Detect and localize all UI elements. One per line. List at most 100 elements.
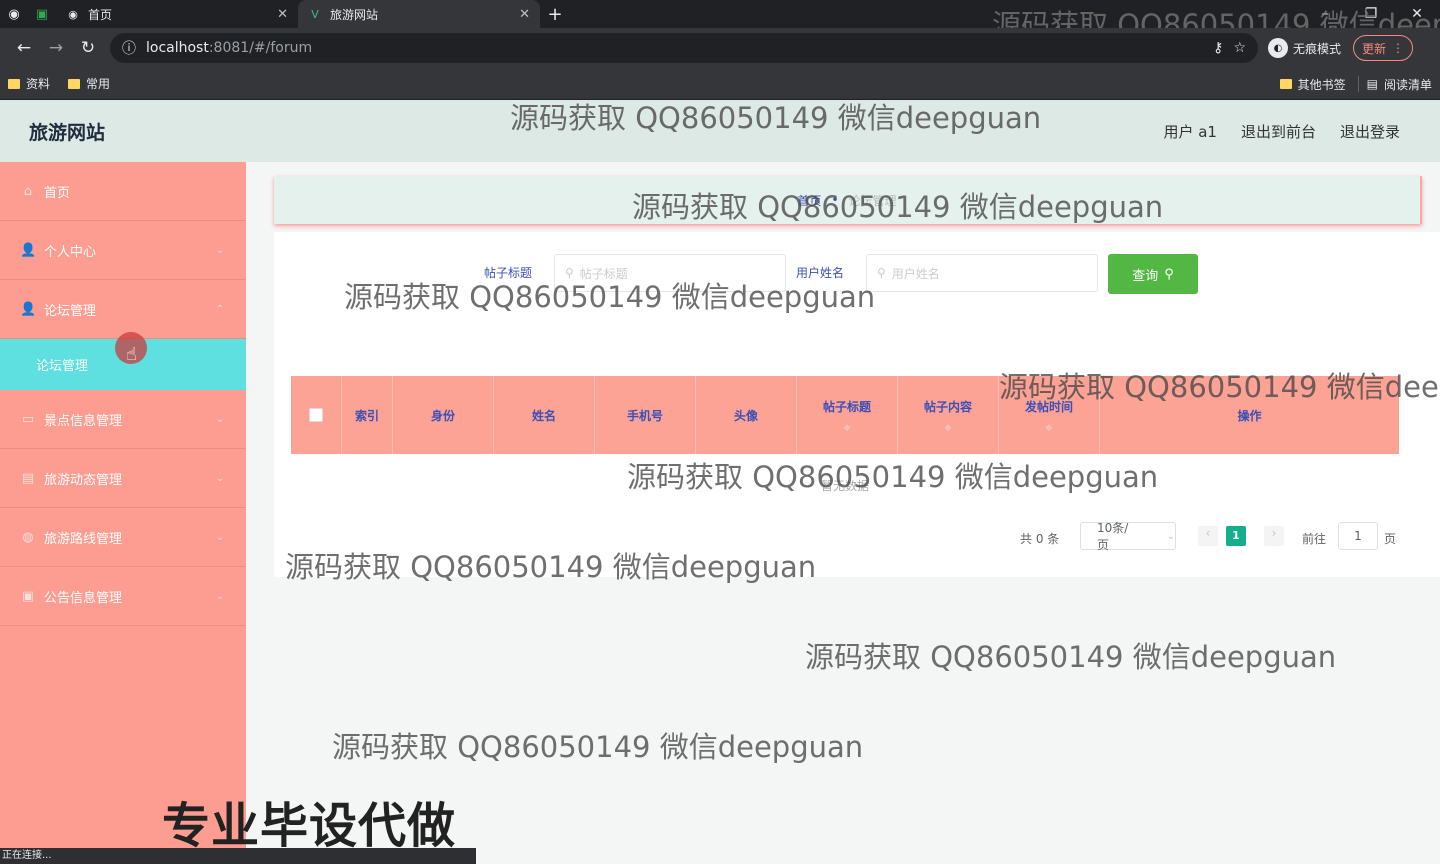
breadcrumb-separator-icon: • [831, 193, 839, 207]
column-header-avatar[interactable]: 头像 [696, 376, 797, 454]
status-bar: 正在连接... [0, 848, 476, 864]
sidebar-item-announcements[interactable]: ▣ 公告信息管理 ⌄ [0, 567, 246, 626]
tab-home[interactable]: ◉ 首页 ✕ [56, 0, 298, 28]
divider [1357, 76, 1359, 92]
update-button[interactable]: 更新 ⋮ [1353, 35, 1414, 61]
tab-travel-site[interactable]: V 旅游网站 ✕ [298, 0, 540, 28]
goto-page-input[interactable]: 1 [1338, 522, 1378, 550]
search-form: 帖子标题 ⚲ 帖子标题 用户姓名 ⚲ 用户姓名 查询 ⚲ [274, 252, 1440, 294]
sidebar-item-label: 个人中心 [44, 244, 97, 260]
bookmark-label: 资料 [26, 77, 51, 91]
sidebar-item-label: 公告信息管理 [44, 590, 123, 606]
select-all-checkbox[interactable] [291, 376, 342, 454]
chrome-menu-icon[interactable]: ◉ [0, 0, 28, 28]
main-content: 首页 • 论坛管理 帖子标题 ⚲ 帖子标题 用户姓名 ⚲ 用户姓名 查询 ⚲ 索… [246, 162, 1440, 864]
home-icon: ⌂ [23, 183, 33, 199]
total-count: 共 0 条 [1020, 532, 1060, 546]
back-to-front-link[interactable]: 退出到前台 [1241, 121, 1316, 142]
back-icon[interactable]: ← [8, 38, 40, 58]
sidebar-item-label: 旅游动态管理 [44, 472, 123, 488]
column-header-identity[interactable]: 身份 [393, 376, 494, 454]
page-suffix: 页 [1384, 532, 1397, 546]
document-icon: ▤ [21, 470, 35, 486]
url-path: :8081/#/forum [208, 40, 313, 56]
sidebar-item-personal-center[interactable]: 👤 个人中心 ⌄ [0, 221, 246, 280]
url-host: localhost [146, 40, 209, 56]
bookmark-label: 阅读清单 [1383, 77, 1432, 92]
reload-icon[interactable]: ↻ [72, 38, 104, 58]
sort-icon[interactable]: ◆ [844, 423, 851, 433]
title-label: 帖子标题 [484, 266, 533, 280]
browser-tab-bar: ◉ ▣ ◉ 首页 ✕ V 旅游网站 ✕ + – ❐ ✕ 源码获取 QQ86050… [0, 0, 1440, 42]
vue-logo-icon: V [311, 7, 319, 21]
other-bookmarks[interactable]: 其他书签 [1279, 76, 1346, 93]
title-placeholder: 帖子标题 [579, 266, 628, 281]
incognito-indicator[interactable]: ◐ 无痕模式 [1268, 38, 1341, 58]
column-header-index: 索引 [342, 376, 393, 454]
globe-icon: ◍ [22, 529, 34, 545]
sidebar-item-label: 论坛管理 [44, 303, 97, 319]
incognito-label: 无痕模式 [1293, 41, 1342, 56]
search-icon: ⚲ [1164, 266, 1174, 282]
sidebar-item-travel-routes[interactable]: ◍ 旅游路线管理 ⌄ [0, 508, 246, 567]
breadcrumb-home[interactable]: 首页 [797, 192, 821, 209]
info-icon[interactable]: ⓘ [122, 38, 136, 58]
app-icon[interactable]: ▣ [28, 0, 56, 28]
reading-list[interactable]: ▤ 阅读清单 [1367, 76, 1432, 93]
logout-link[interactable]: 退出登录 [1340, 121, 1400, 142]
prev-page-icon[interactable]: ‹ [1198, 526, 1218, 546]
promo-text: 专业毕设代做 [162, 798, 457, 854]
bookmark-folder[interactable]: 常用 [68, 75, 110, 92]
column-header-phone[interactable]: 手机号 [595, 376, 696, 454]
more-icon: ⋮ [1392, 41, 1405, 55]
breadcrumb: 首页 • 论坛管理 [274, 176, 1422, 224]
column-header-post-title[interactable]: 帖子标题 ◆ [797, 376, 898, 454]
bookmark-label: 其他书签 [1297, 77, 1346, 92]
close-tab-icon[interactable]: ✕ [519, 7, 530, 22]
url-input[interactable]: ⓘ localhost:8081/#/forum ⚷ ☆ [110, 33, 1258, 63]
user-icon: 👤 [20, 242, 37, 258]
user-search-input[interactable]: ⚲ 用户姓名 [866, 254, 1098, 292]
query-label: 查询 [1132, 268, 1159, 284]
sort-icon[interactable]: ◆ [1046, 423, 1053, 433]
page-size-select[interactable]: 10条/页 ⌄ [1080, 521, 1176, 552]
chevron-down-icon: ⌄ [215, 413, 224, 425]
sidebar-item-forum[interactable]: 👤 论坛管理 ⌃ [0, 280, 246, 339]
next-page-icon[interactable]: › [1264, 526, 1284, 546]
folder-icon [68, 78, 81, 89]
column-header-name[interactable]: 姓名 [494, 376, 595, 454]
checkbox[interactable] [309, 408, 323, 422]
close-tab-icon[interactable]: ✕ [277, 7, 288, 22]
key-icon[interactable]: ⚷ [1213, 40, 1223, 56]
user-icon: 👤 [20, 301, 37, 317]
update-label: 更新 [1362, 41, 1387, 56]
sidebar-item-label: 论坛管理 [36, 359, 89, 374]
bookmark-label: 常用 [86, 77, 111, 91]
app-header: 旅游网站 用户 a1 退出到前台 退出登录 [0, 100, 1440, 162]
column-header-post-time[interactable]: 发帖时间 ◆ [999, 376, 1100, 454]
current-user: 用户 a1 [1163, 122, 1217, 141]
hand-cursor-icon: ☝ [126, 344, 137, 365]
sidebar-item-attractions[interactable]: ▭ 景点信息管理 ⌄ [0, 390, 246, 449]
pagination: 共 0 条 10条/页 ⌄ ‹ 1 › 前往 1 页 [274, 521, 1440, 552]
tab-title: 旅游网站 [330, 7, 379, 22]
page-size-value: 10条/页 [1097, 521, 1129, 552]
chevron-down-icon: ⌄ [215, 472, 224, 484]
bookmark-folder[interactable]: 资料 [8, 75, 50, 92]
forward-icon[interactable]: → [40, 38, 72, 58]
sidebar-item-home[interactable]: ⌂ 首页 [0, 162, 246, 221]
sidebar: ⌂ 首页 👤 个人中心 ⌄ 👤 论坛管理 ⌃ 论坛管理 ▭ 景点信息管理 ⌄ ▤… [0, 162, 246, 864]
query-button[interactable]: 查询 ⚲ [1108, 254, 1198, 294]
page-number[interactable]: 1 [1226, 526, 1246, 546]
star-icon[interactable]: ☆ [1233, 40, 1246, 56]
clipboard-icon: ▣ [21, 588, 35, 604]
column-header-post-content[interactable]: 帖子内容 ◆ [898, 376, 999, 454]
new-tab-button[interactable]: + [540, 4, 570, 25]
chevron-down-icon: ⌄ [215, 244, 224, 256]
sidebar-item-travel-news[interactable]: ▤ 旅游动态管理 ⌄ [0, 449, 246, 508]
chevron-down-icon: ⌄ [215, 590, 224, 602]
sort-icon[interactable]: ◆ [945, 423, 952, 433]
goto-label: 前往 [1302, 532, 1327, 546]
title-search-input[interactable]: ⚲ 帖子标题 [554, 254, 786, 292]
table-header: 索引 身份 姓名 手机号 头像 帖子标题 ◆ 帖子内容 ◆ 发帖时间 ◆ 操作 [291, 376, 1399, 454]
